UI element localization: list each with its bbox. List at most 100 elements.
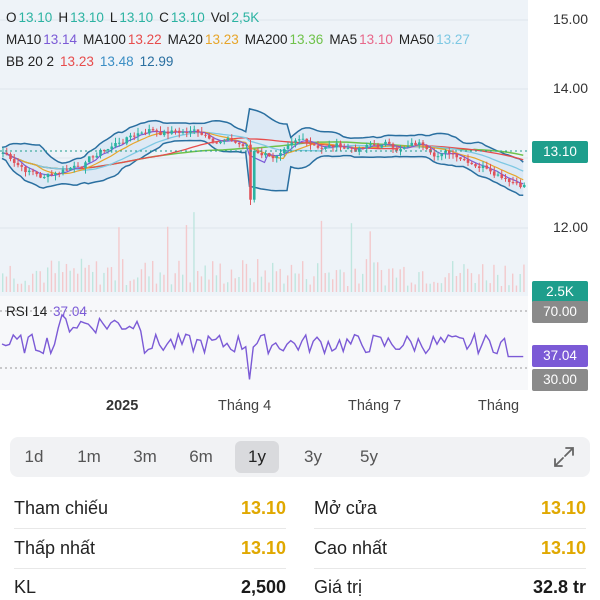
candle-body <box>320 147 324 149</box>
volume-bar <box>275 271 278 292</box>
candle-body <box>256 151 260 154</box>
volume-label: KL <box>14 577 37 597</box>
volume-bar <box>62 272 64 292</box>
close-value: 13.10 <box>170 10 205 25</box>
candle-body <box>481 165 485 169</box>
volume-bar <box>444 277 446 292</box>
expand-icon[interactable] <box>552 445 576 469</box>
volume-bar <box>422 271 424 292</box>
volume-bar <box>152 260 154 292</box>
price-tick-14: 14.00 <box>552 80 588 96</box>
volume-bar <box>39 271 41 292</box>
volume-bar <box>159 272 161 292</box>
volume-bar <box>335 270 338 292</box>
candle-body <box>16 162 20 166</box>
volume-bar <box>24 280 26 292</box>
candle-body <box>215 142 219 144</box>
candle-body <box>286 145 290 150</box>
candle-body <box>485 165 489 169</box>
volume-bar <box>17 283 19 292</box>
candle-body <box>241 144 245 147</box>
candle-body <box>440 153 444 157</box>
range-button-6m[interactable]: 6m <box>179 441 223 473</box>
range-button-3m[interactable]: 3m <box>123 441 167 473</box>
volume-bar <box>365 259 368 292</box>
volume-bar <box>268 282 270 292</box>
volume-bar <box>13 278 15 292</box>
time-label-thang4: Tháng 4 <box>218 398 272 414</box>
stat-volume: KL 2,500 <box>14 567 286 600</box>
candle-body <box>267 153 271 157</box>
candle-body <box>106 149 110 151</box>
last-price-tag: 13.10 <box>532 141 588 163</box>
volume-bar <box>380 270 383 292</box>
volume-bar <box>137 277 139 292</box>
volume-bar <box>403 266 405 292</box>
volume-bar <box>500 285 503 292</box>
volume-bar <box>377 262 379 292</box>
candle-body <box>117 142 121 144</box>
ma100-value: 13.22 <box>127 32 162 47</box>
candle-body <box>174 130 177 132</box>
volume-bar <box>343 272 345 292</box>
candle-body <box>46 173 50 178</box>
volume-bar <box>317 263 319 292</box>
candle-body <box>1 152 5 154</box>
volume-bar <box>200 276 203 292</box>
volume-bar <box>410 282 413 292</box>
volume-bar <box>122 259 124 292</box>
volume-bar <box>73 268 75 292</box>
range-button-1y[interactable]: 1y <box>235 441 279 473</box>
volume-bar <box>448 273 450 292</box>
volume-bar <box>58 261 60 292</box>
stat-low: Thấp nhất 13.10 <box>14 528 286 568</box>
volume-bar <box>140 269 143 292</box>
ma-legend: MA10 13.14 MA100 13.22 MA20 13.23 MA200 13.36 MA… <box>6 31 476 49</box>
stat-reference: Tham chiếu 13.10 <box>14 488 286 528</box>
volume-bar <box>197 270 199 292</box>
high-label: H <box>58 10 69 25</box>
volume-value: 2,500 <box>240 577 286 597</box>
volume-bar <box>47 267 49 292</box>
ma100-label: MA100 <box>83 32 126 47</box>
volume-bar <box>459 272 461 292</box>
candle-body <box>245 144 249 147</box>
candle-body <box>297 139 301 141</box>
candle-body <box>87 156 91 163</box>
range-selector: 1d 1m 3m 6m 1y 3y 5y <box>10 437 590 477</box>
volume-bar <box>523 264 525 292</box>
candle-body <box>316 145 320 148</box>
volume-bar <box>129 280 131 292</box>
range-button-5y[interactable]: 5y <box>347 441 391 473</box>
range-button-3y[interactable]: 3y <box>291 441 335 473</box>
candle-body <box>27 170 31 173</box>
stat-value: Giá trị 32.8 tr <box>314 567 586 600</box>
volume-bar <box>305 279 308 292</box>
candle-body <box>455 153 459 158</box>
volume-bar <box>230 269 233 292</box>
range-button-1d[interactable]: 1d <box>12 441 56 473</box>
volume-bar <box>32 273 34 292</box>
candle-body <box>35 171 39 175</box>
candle-body <box>522 184 526 188</box>
rsi-label: RSI 14 <box>6 304 48 319</box>
bb-upper-value: 13.23 <box>60 54 94 69</box>
low-price-value: 13.10 <box>240 538 286 558</box>
volume-bar <box>28 285 30 292</box>
candle-body <box>459 157 462 160</box>
range-button-1m[interactable]: 1m <box>67 441 111 473</box>
candle-body <box>515 182 519 184</box>
volume-bar <box>519 273 521 292</box>
volume-bar <box>320 220 323 292</box>
volume-bar <box>482 264 484 292</box>
stock-chart[interactable]: O 13.10 H 13.10 L 13.10 C 13.10 Vol 2,5K MA10 13.1… <box>0 0 600 428</box>
volume-bar <box>204 265 206 292</box>
candle-body <box>189 130 192 133</box>
volume-bar <box>407 285 409 292</box>
candle-body <box>129 135 132 138</box>
candle-body <box>249 144 252 200</box>
reference-value: 13.10 <box>240 498 286 518</box>
volume-bar <box>144 262 146 292</box>
volume-bar <box>455 275 458 292</box>
candle-body <box>489 168 492 172</box>
